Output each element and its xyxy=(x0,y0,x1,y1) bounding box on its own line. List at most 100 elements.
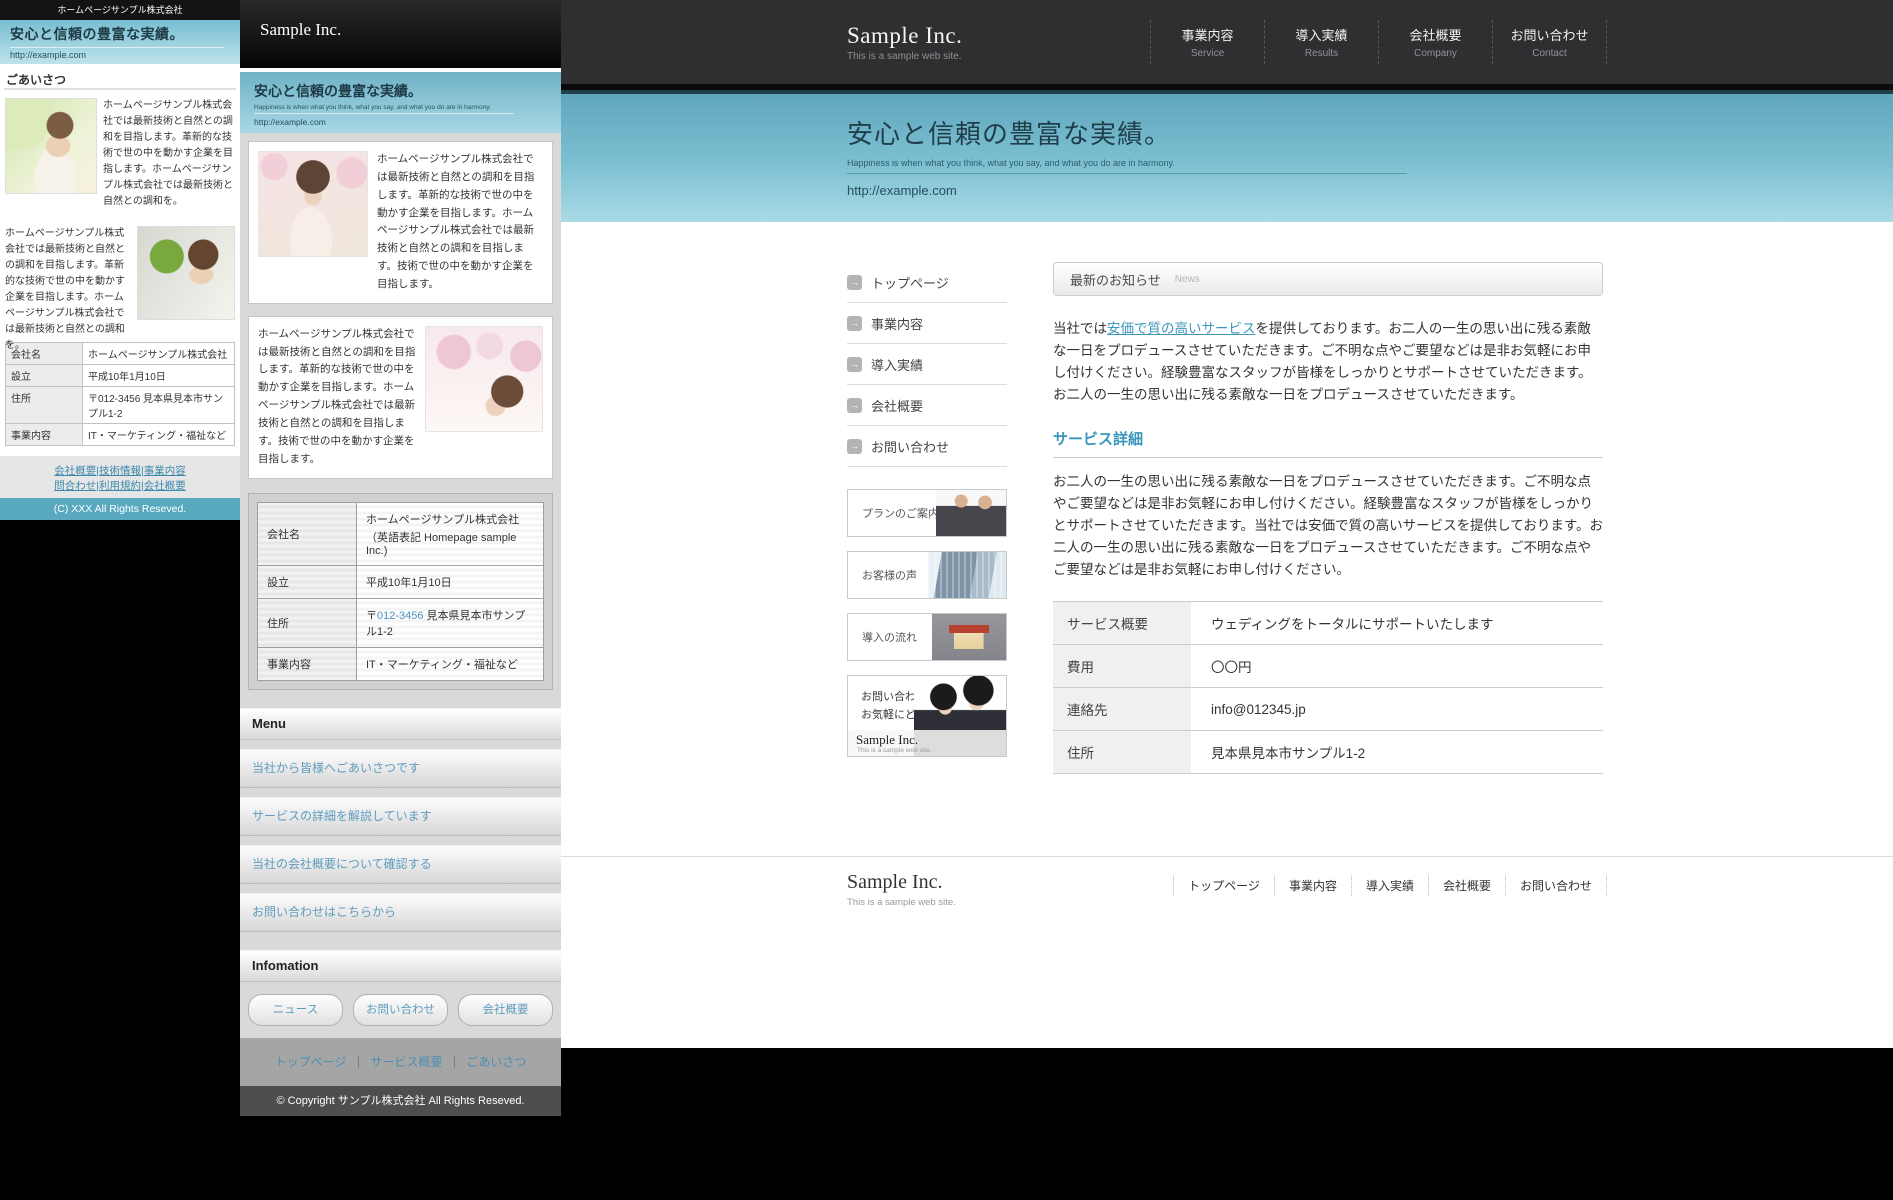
postal-code-link[interactable]: 012-3456 xyxy=(377,610,424,622)
row-value: ウェディングをトータルにサポートいたします xyxy=(1191,602,1603,645)
table-row: 事業内容 IT・マーケティング・福祉など xyxy=(258,647,544,680)
table-row: サービス概要 ウェディングをトータルにサポートいたします xyxy=(1053,602,1603,645)
desktop-logo: Sample Inc. xyxy=(847,23,962,49)
tablet-menu-item-service[interactable]: サービスの詳細を解説しています xyxy=(240,797,561,836)
news-heading-box: 最新のお知らせ News xyxy=(1053,262,1603,296)
row-value: 〇〇円 xyxy=(1191,645,1603,688)
footer-logo: Sample Inc. xyxy=(847,871,956,894)
table-row: 住所 〒012-3456 見本県見本市サンプル1-2 xyxy=(258,598,544,647)
mobile-greeting-heading: ごあいさつ xyxy=(4,66,236,90)
row-label: 費用 xyxy=(1053,645,1191,688)
banner-plan-guide[interactable]: プランのご案内 xyxy=(847,489,1007,537)
news-button[interactable]: ニュース xyxy=(248,994,343,1026)
mobile-intro-text-2: ホームページサンプル株式会社では最新技術と自然との調和を目指します。革新的な技術… xyxy=(5,226,131,334)
banner-label: プランのご案内 xyxy=(862,505,939,521)
nav-item-company[interactable]: 会社概要Company xyxy=(1378,20,1492,64)
footer-link-service[interactable]: 事業内容 xyxy=(1274,875,1351,896)
row-label: 連絡先 xyxy=(1053,688,1191,731)
tablet-intro-card-2: ホームページサンプル株式会社では最新技術と自然との調和を目指します。革新的な技術… xyxy=(248,316,553,479)
tablet-company-table: 会社名 ホームページサンプル株式会社（英語表記 Homepage sample … xyxy=(257,502,544,681)
table-row: 会社名 ホームページサンプル株式会社（英語表記 Homepage sample … xyxy=(258,502,544,565)
link-contact[interactable]: 問合わせ xyxy=(54,480,96,492)
footer-link-contact[interactable]: お問い合わせ xyxy=(1505,875,1607,896)
news-title: 最新のお知らせ xyxy=(1070,270,1161,289)
arrow-icon: → xyxy=(847,439,862,454)
table-row: 住所 〒012-3456 見本県見本市サンプル1-2 xyxy=(6,387,235,424)
tablet-menu-item-greeting[interactable]: 当社から皆様へごあいさつです xyxy=(240,749,561,788)
desktop-nav: 事業内容Service 導入実績Results 会社概要Company お問い合… xyxy=(1150,20,1607,64)
desktop-content: → トップページ →事業内容 →導入実績 → 会社概要 →お問い合わせ プランのご案… xyxy=(847,222,1607,774)
banner-label: 導入の流れ xyxy=(862,629,917,645)
row-label: 事業内容 xyxy=(6,424,83,446)
contact-button[interactable]: お問い合わせ xyxy=(353,994,448,1026)
nav-label-jp: 導入実績 xyxy=(1265,25,1378,44)
mobile-copyright: (C) XXX All Rights Reseved. xyxy=(0,498,240,520)
tablet-menu-item-contact[interactable]: お問い合わせはこちらから xyxy=(240,893,561,932)
row-label: 設立 xyxy=(6,365,83,387)
sidebar-item-contact[interactable]: →お問い合わせ xyxy=(847,426,1007,467)
mobile-company-table: 会社名 ホームページサンプル株式会社 設立 平成10年1月10日 住所 〒012… xyxy=(5,342,235,446)
arrow-icon: → xyxy=(847,357,862,372)
tablet-company-table-panel: 会社名 ホームページサンプル株式会社（英語表記 Homepage sample … xyxy=(248,493,553,690)
row-value: 〒012-3456 見本県見本市サンプル1-2 xyxy=(357,598,544,647)
sidebar-item-top[interactable]: → トップページ xyxy=(847,262,1007,303)
sidebar-item-label: 会社概要 xyxy=(871,396,923,415)
nav-item-contact[interactable]: お問い合わせContact xyxy=(1492,20,1607,64)
row-value: IT・マーケティング・福祉など xyxy=(357,647,544,680)
paragraph-text: 当社では xyxy=(1053,321,1107,336)
mobile-view: ホームページサンプル株式会社 安心と信頼の豊富な実績。 http://examp… xyxy=(0,0,240,520)
footer-link-company[interactable]: 会社概要 xyxy=(1428,875,1505,896)
photo-woman-portrait xyxy=(258,151,368,257)
nav-item-results[interactable]: 導入実績Results xyxy=(1264,20,1378,64)
sidebar-item-results[interactable]: →導入実績 xyxy=(847,344,1007,385)
desktop-footer: Sample Inc. This is a sample web site. ト… xyxy=(847,871,1607,908)
footer-link-greeting[interactable]: ごあいさつ xyxy=(466,1055,526,1069)
banner-introduction-flow[interactable]: 導入の流れ xyxy=(847,613,1007,661)
mobile-header: ホームページサンプル株式会社 xyxy=(0,0,240,20)
link-company-overview[interactable]: 会社概要 xyxy=(54,465,96,477)
sidebar-item-company[interactable]: → 会社概要 xyxy=(847,385,1007,426)
mobile-hero-title: 安心と信頼の豊富な実績。 xyxy=(10,24,230,44)
footer-link-top[interactable]: トップページ xyxy=(275,1055,347,1069)
row-value: 〒012-3456 見本県見本市サンプル1-2 xyxy=(83,387,235,424)
footer-link-service[interactable]: サービス概要 xyxy=(370,1055,442,1069)
service-table: サービス概要 ウェディングをトータルにサポートいたします 費用 〇〇円 連絡先 … xyxy=(1053,601,1603,774)
nav-item-service[interactable]: 事業内容Service xyxy=(1150,20,1264,64)
link-company-overview-2[interactable]: 会社概要 xyxy=(144,480,186,492)
tablet-logo[interactable]: Sample Inc. xyxy=(240,0,341,40)
banner-contact[interactable]: お問い合わせはお気軽にどうぞ Sample Inc. This is a sam… xyxy=(847,675,1007,757)
arrow-icon: → xyxy=(847,275,862,290)
sidebar-item-label: トップページ xyxy=(871,273,949,292)
link-tech-info[interactable]: 技術情報 xyxy=(99,465,141,477)
banner-logo-overlay: Sample Inc. This is a sample web site. xyxy=(848,730,1006,756)
tablet-view: Sample Inc. 安心と信頼の豊富な実績。 Happiness is wh… xyxy=(240,0,561,1116)
table-row: 会社名 ホームページサンプル株式会社 xyxy=(6,343,235,365)
row-label: サービス概要 xyxy=(1053,602,1191,645)
row-label: 設立 xyxy=(258,565,357,598)
company-button[interactable]: 会社概要 xyxy=(458,994,553,1026)
table-row: 事業内容 IT・マーケティング・福祉など xyxy=(6,424,235,446)
company-name: ホームページサンプル株式会社 xyxy=(366,514,519,526)
news-title-en: News xyxy=(1175,274,1200,285)
tablet-footer-links: トップページ｜サービス概要｜ごあいさつ xyxy=(240,1038,561,1086)
tablet-hero-banner: 安心と信頼の豊富な実績。 Happiness is when what you … xyxy=(240,72,561,133)
row-label: 事業内容 xyxy=(258,647,357,680)
photo-woman-outdoors xyxy=(5,98,97,194)
link-terms[interactable]: 利用規約 xyxy=(99,480,141,492)
sidebar-banners: プランのご案内 お客様の声 導入の流れ お問い合わせはお気軽にどうぞ Sampl… xyxy=(847,489,1007,757)
footer-link-results[interactable]: 導入実績 xyxy=(1351,875,1428,896)
tablet-menu-item-company[interactable]: 当社の会社概要について確認する xyxy=(240,845,561,884)
inline-service-link[interactable]: 安価で質の高いサービス xyxy=(1107,321,1256,336)
footer-link-top[interactable]: トップページ xyxy=(1173,875,1274,896)
footer-links: トップページ 事業内容 導入実績 会社概要 お問い合わせ xyxy=(1173,875,1607,896)
nav-label-jp: お問い合わせ xyxy=(1493,25,1606,44)
postal-mark: 〒 xyxy=(366,610,377,622)
banner-customer-voice[interactable]: お客様の声 xyxy=(847,551,1007,599)
sidebar-item-service[interactable]: →事業内容 xyxy=(847,303,1007,344)
mobile-footer-links-row2: 問合わせ|利用規約|会社概要 xyxy=(8,478,232,493)
nav-label-en: Company xyxy=(1379,48,1492,59)
arrow-icon: → xyxy=(847,398,862,413)
desktop-logo-block[interactable]: Sample Inc. This is a sample web site. xyxy=(847,23,962,62)
link-business[interactable]: 事業内容 xyxy=(144,465,186,477)
photo-house-model xyxy=(932,614,1006,660)
